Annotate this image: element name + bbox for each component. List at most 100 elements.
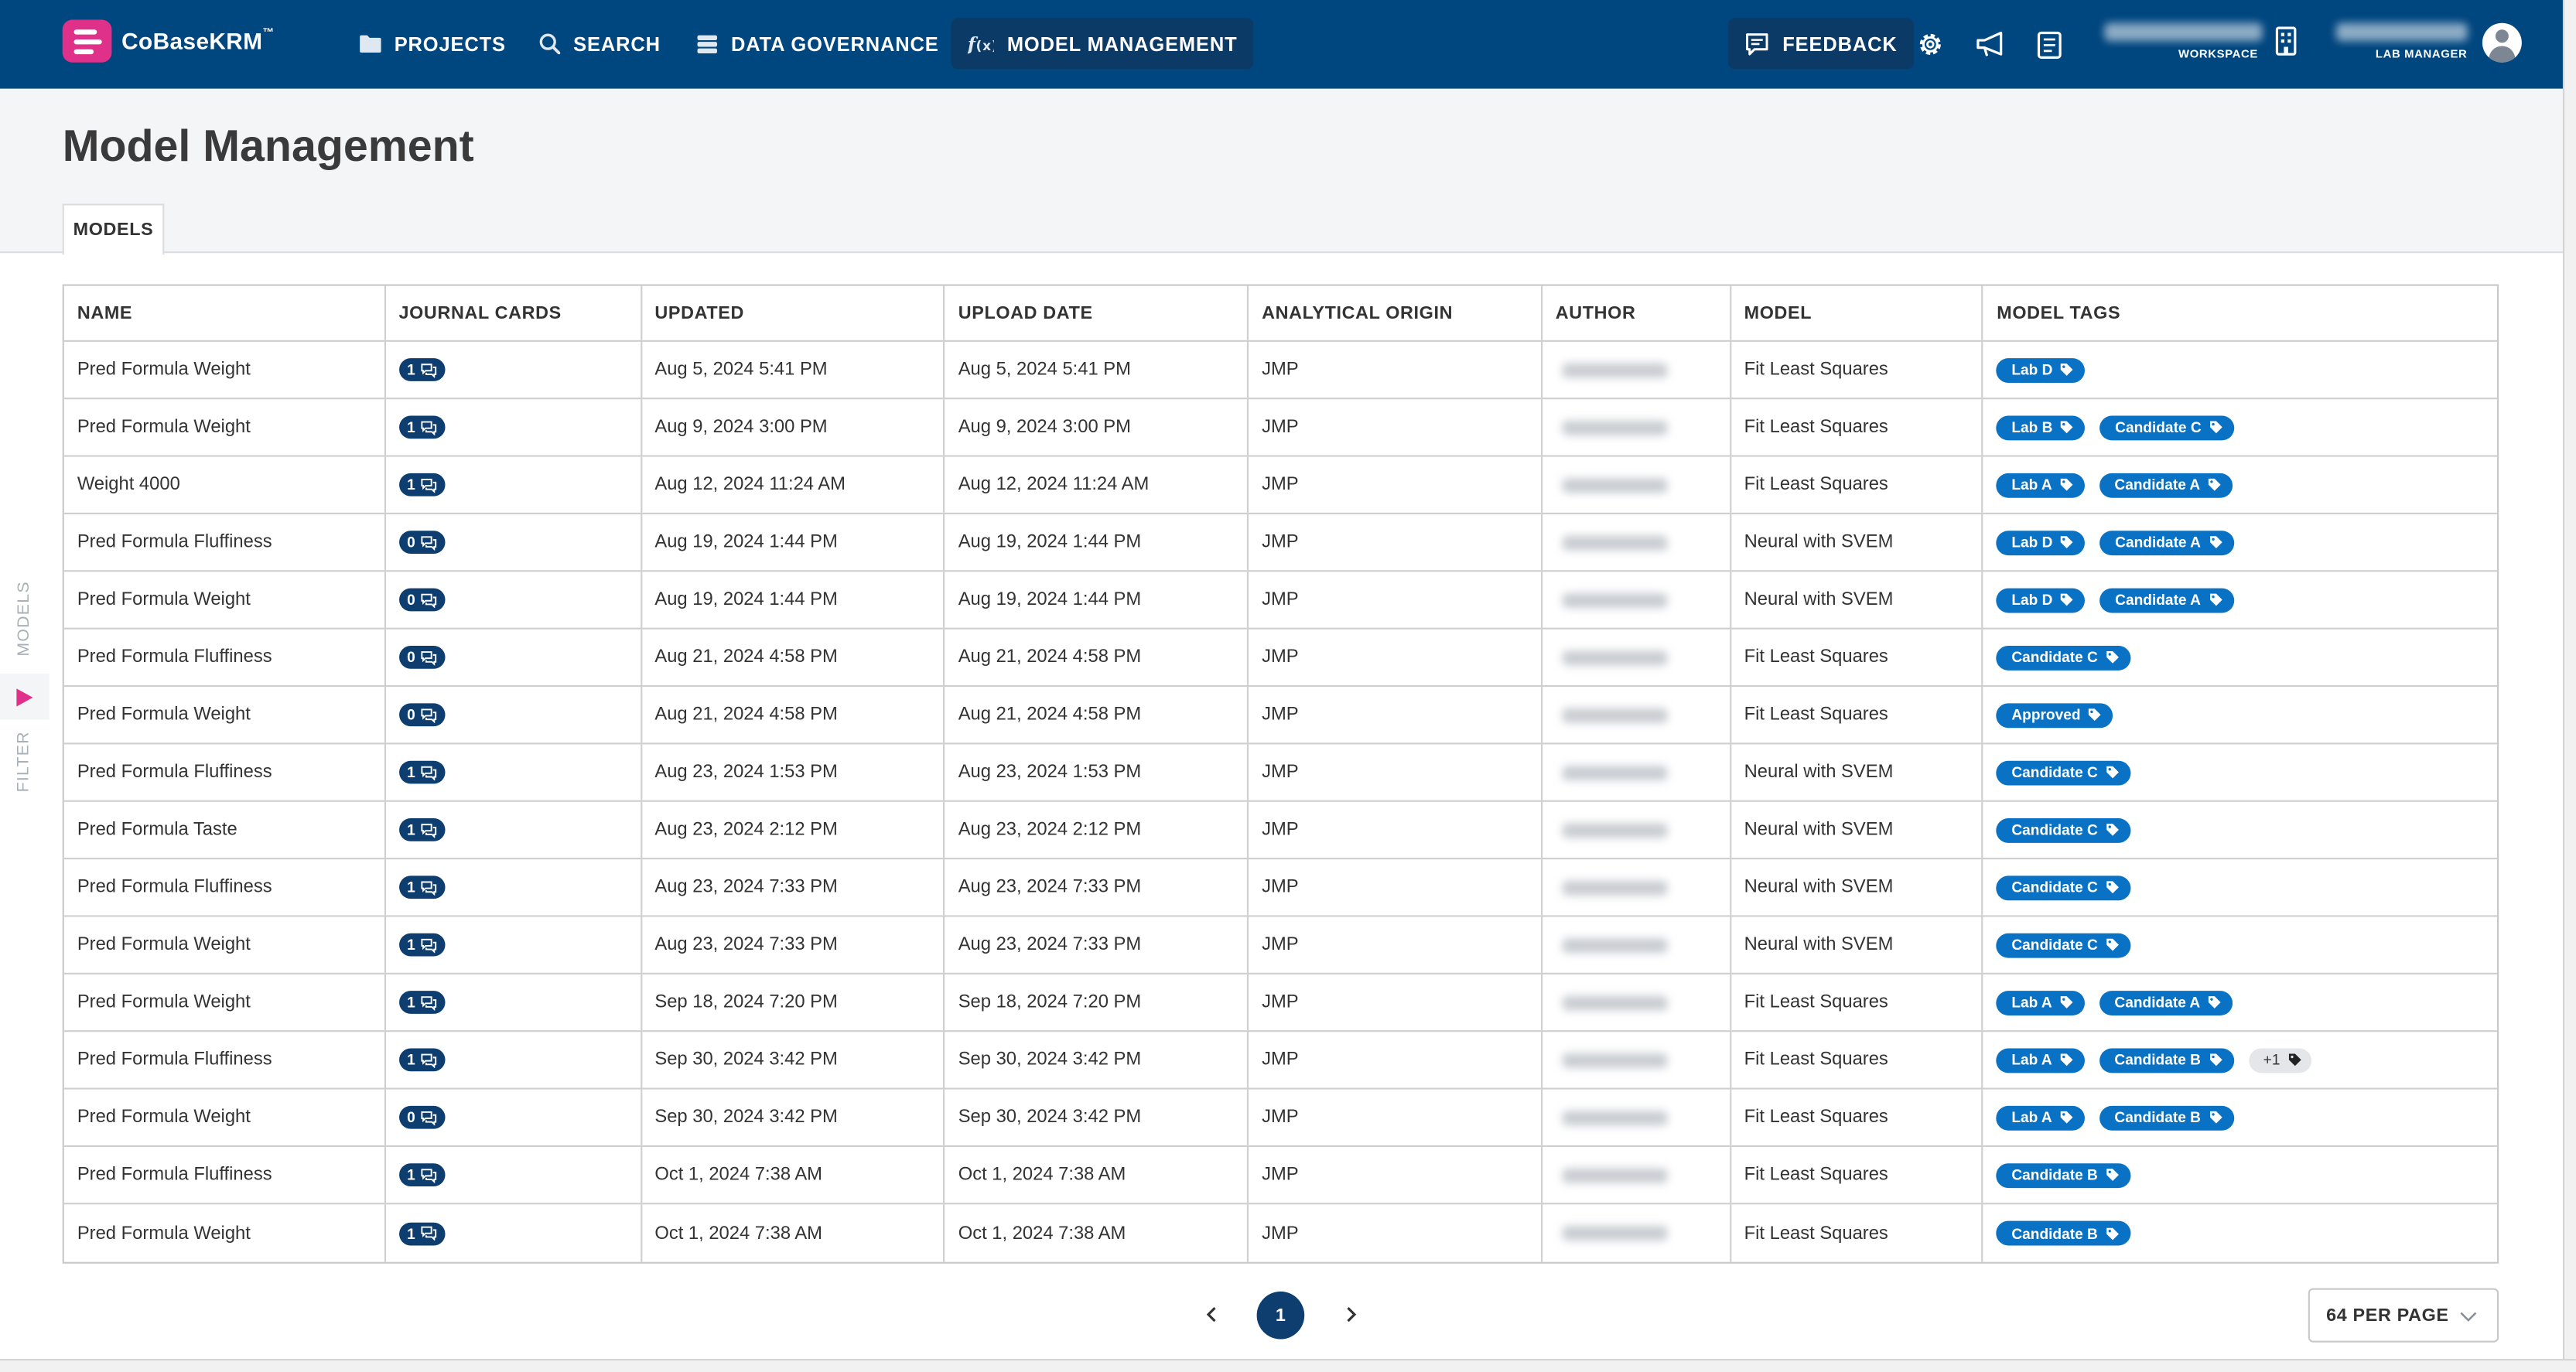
model-tag[interactable]: Candidate C bbox=[1997, 817, 2131, 842]
col-header-updated[interactable]: UPDATED bbox=[641, 285, 945, 340]
cell-name[interactable]: Pred Formula Taste bbox=[64, 801, 386, 858]
model-tag[interactable]: Lab A bbox=[1997, 472, 2086, 497]
model-tag[interactable]: Lab A bbox=[1997, 1047, 2086, 1073]
feedback-button[interactable]: FEEDBACK bbox=[1728, 18, 1914, 70]
model-tag[interactable]: Candidate B bbox=[2099, 1047, 2234, 1073]
model-tag[interactable]: Candidate A bbox=[2099, 472, 2233, 497]
table-row[interactable]: Pred Formula Fluffiness 0 Aug 21, 2024 4:5… bbox=[63, 629, 2498, 688]
journal-cards-badge[interactable]: 1 bbox=[398, 1221, 445, 1245]
model-tag[interactable]: Candidate C bbox=[1997, 875, 2131, 900]
cell-name[interactable]: Pred Formula Fluffiness bbox=[64, 1032, 386, 1088]
nav-data-governance[interactable]: DATA GOVERNANCE bbox=[696, 18, 938, 69]
cell-name[interactable]: Pred Formula Fluffiness bbox=[64, 629, 386, 685]
col-header-author[interactable]: AUTHOR bbox=[1543, 285, 1731, 340]
table-row[interactable]: Pred Formula Fluffiness 1 Aug 23, 2024 1:5… bbox=[63, 744, 2498, 802]
model-tag[interactable]: Lab D bbox=[1997, 357, 2086, 382]
journal-cards-badge[interactable]: 1 bbox=[398, 760, 445, 784]
tab-models[interactable]: MODELS bbox=[62, 203, 165, 255]
prev-page-button[interactable] bbox=[1194, 1298, 1227, 1330]
model-tag[interactable]: Candidate A bbox=[2100, 587, 2234, 613]
journal-cards-badge[interactable]: 1 bbox=[398, 818, 445, 841]
journal-cards-badge[interactable]: 1 bbox=[398, 933, 445, 957]
model-tag[interactable]: Approved bbox=[1997, 702, 2114, 728]
model-tag[interactable]: Candidate C bbox=[1997, 759, 2131, 785]
journal-cards-badge[interactable]: 0 bbox=[398, 703, 445, 727]
per-page-select[interactable]: 64 PER PAGE bbox=[2308, 1288, 2499, 1343]
journal-cards-badge[interactable]: 1 bbox=[398, 1163, 445, 1186]
model-tag[interactable]: Lab D bbox=[1997, 530, 2086, 555]
col-header-upload-date[interactable]: UPLOAD DATE bbox=[945, 285, 1249, 340]
megaphone-icon[interactable] bbox=[1973, 26, 2010, 63]
journal-cards-badge[interactable]: 0 bbox=[398, 645, 445, 669]
rail-models-label[interactable]: MODELS bbox=[15, 581, 33, 656]
cell-name[interactable]: Pred Formula Weight bbox=[64, 916, 386, 973]
cell-name[interactable]: Pred Formula Fluffiness bbox=[64, 514, 386, 571]
table-row[interactable]: Pred Formula Fluffiness 1 Oct 1, 2024 7:38… bbox=[63, 1146, 2498, 1205]
table-row[interactable]: Pred Formula Weight 0 Sep 30, 2024 3:42 PM… bbox=[63, 1089, 2498, 1147]
cell-name[interactable]: Pred Formula Fluffiness bbox=[64, 1146, 386, 1203]
journal-cards-badge[interactable]: 0 bbox=[398, 588, 445, 612]
cell-name[interactable]: Pred Formula Weight bbox=[64, 974, 386, 1031]
model-tag[interactable]: Lab A bbox=[1997, 990, 2086, 1015]
table-row[interactable]: Pred Formula Weight 1 Aug 9, 2024 3:00 PM A… bbox=[63, 399, 2498, 457]
table-row[interactable]: Pred Formula Weight 1 Oct 1, 2024 7:38 AM O… bbox=[64, 1204, 2497, 1262]
table-row[interactable]: Pred Formula Fluffiness 1 Sep 30, 2024 3:4… bbox=[63, 1032, 2498, 1090]
table-row[interactable]: Pred Formula Weight 1 Aug 23, 2024 7:33 PM… bbox=[63, 916, 2498, 974]
model-tag[interactable]: Candidate A bbox=[2100, 530, 2234, 555]
col-header-analytical-origin[interactable]: ANALYTICAL ORIGIN bbox=[1249, 285, 1543, 340]
cell-name[interactable]: Pred Formula Weight bbox=[64, 1204, 386, 1262]
more-tags-badge[interactable]: +1 bbox=[2248, 1047, 2311, 1073]
cell-name[interactable]: Pred Formula Weight bbox=[64, 687, 386, 743]
settings-gear-icon[interactable] bbox=[1912, 26, 1949, 63]
cell-name[interactable]: Pred Formula Weight bbox=[64, 1089, 386, 1145]
building-icon[interactable] bbox=[2267, 23, 2304, 60]
col-header-model-tags[interactable]: MODEL TAGS bbox=[1983, 286, 2497, 340]
model-tag[interactable]: Lab A bbox=[1997, 1104, 2086, 1130]
model-tag[interactable]: Candidate C bbox=[1997, 932, 2131, 957]
nav-search[interactable]: SEARCH bbox=[539, 18, 661, 69]
nav-projects[interactable]: PROJECTS bbox=[360, 18, 506, 69]
journal-cards-badge[interactable]: 0 bbox=[398, 1105, 445, 1129]
cell-name[interactable]: Pred Formula Fluffiness bbox=[64, 744, 386, 800]
col-header-model[interactable]: MODEL bbox=[1731, 285, 1984, 340]
journal-cards-badge[interactable]: 1 bbox=[398, 358, 445, 381]
page-number-current[interactable]: 1 bbox=[1256, 1291, 1305, 1340]
model-tag[interactable]: Lab D bbox=[1997, 587, 2086, 613]
document-icon[interactable] bbox=[2031, 26, 2067, 63]
table-row[interactable]: Pred Formula Weight 1 Aug 5, 2024 5:41 PM A… bbox=[63, 341, 2498, 400]
cell-name[interactable]: Weight 4000 bbox=[64, 456, 386, 513]
next-page-button[interactable] bbox=[1334, 1298, 1366, 1330]
model-tag[interactable]: Candidate B bbox=[1997, 1162, 2131, 1188]
journal-cards-badge[interactable]: 1 bbox=[398, 875, 445, 899]
model-tag[interactable]: Candidate C bbox=[1997, 644, 2131, 670]
table-row[interactable]: Pred Formula Fluffiness 1 Aug 23, 2024 7:3… bbox=[63, 859, 2498, 917]
table-row[interactable]: Pred Formula Taste 1 Aug 23, 2024 2:12 PM A… bbox=[63, 801, 2498, 860]
journal-cards-badge[interactable]: 1 bbox=[398, 991, 445, 1014]
rail-toggle-button[interactable] bbox=[0, 674, 50, 720]
cell-name[interactable]: Pred Formula Fluffiness bbox=[64, 859, 386, 916]
table-row[interactable]: Pred Formula Fluffiness 0 Aug 19, 2024 1:4… bbox=[63, 514, 2498, 572]
journal-cards-badge[interactable]: 1 bbox=[398, 1048, 445, 1072]
cell-name[interactable]: Pred Formula Weight bbox=[64, 341, 386, 398]
journal-cards-badge[interactable]: 1 bbox=[398, 473, 445, 497]
user-name[interactable] bbox=[2335, 22, 2468, 42]
journal-cards-badge[interactable]: 0 bbox=[398, 531, 445, 554]
workspace-name[interactable] bbox=[2104, 22, 2263, 42]
model-tag[interactable]: Candidate C bbox=[2100, 415, 2235, 440]
model-tag[interactable]: Lab B bbox=[1997, 415, 2086, 440]
table-row[interactable]: Pred Formula Weight 0 Aug 19, 2024 1:44 PM… bbox=[63, 572, 2498, 630]
model-tag[interactable]: Candidate B bbox=[1997, 1220, 2131, 1246]
table-row[interactable]: Pred Formula Weight 0 Aug 21, 2024 4:58 PM… bbox=[63, 687, 2498, 745]
table-row[interactable]: Weight 4000 1 Aug 12, 2024 11:24 AM Aug 12,… bbox=[63, 456, 2498, 514]
cell-name[interactable]: Pred Formula Weight bbox=[64, 572, 386, 628]
col-header-name[interactable]: NAME bbox=[64, 285, 386, 340]
model-tag[interactable]: Candidate B bbox=[2099, 1104, 2234, 1130]
rail-filter-label[interactable]: FILTER bbox=[15, 731, 32, 792]
nav-model-management[interactable]: f(x) MODEL MANAGEMENT bbox=[951, 18, 1254, 70]
cell-name[interactable]: Pred Formula Weight bbox=[64, 399, 386, 456]
col-header-journal-cards[interactable]: JOURNAL CARDS bbox=[386, 285, 642, 340]
app-logo[interactable]: CoBaseKRM™ bbox=[62, 19, 275, 63]
journal-cards-badge[interactable]: 1 bbox=[398, 415, 445, 439]
model-tag[interactable]: Candidate A bbox=[2099, 990, 2233, 1015]
user-avatar-icon[interactable] bbox=[2482, 22, 2522, 63]
